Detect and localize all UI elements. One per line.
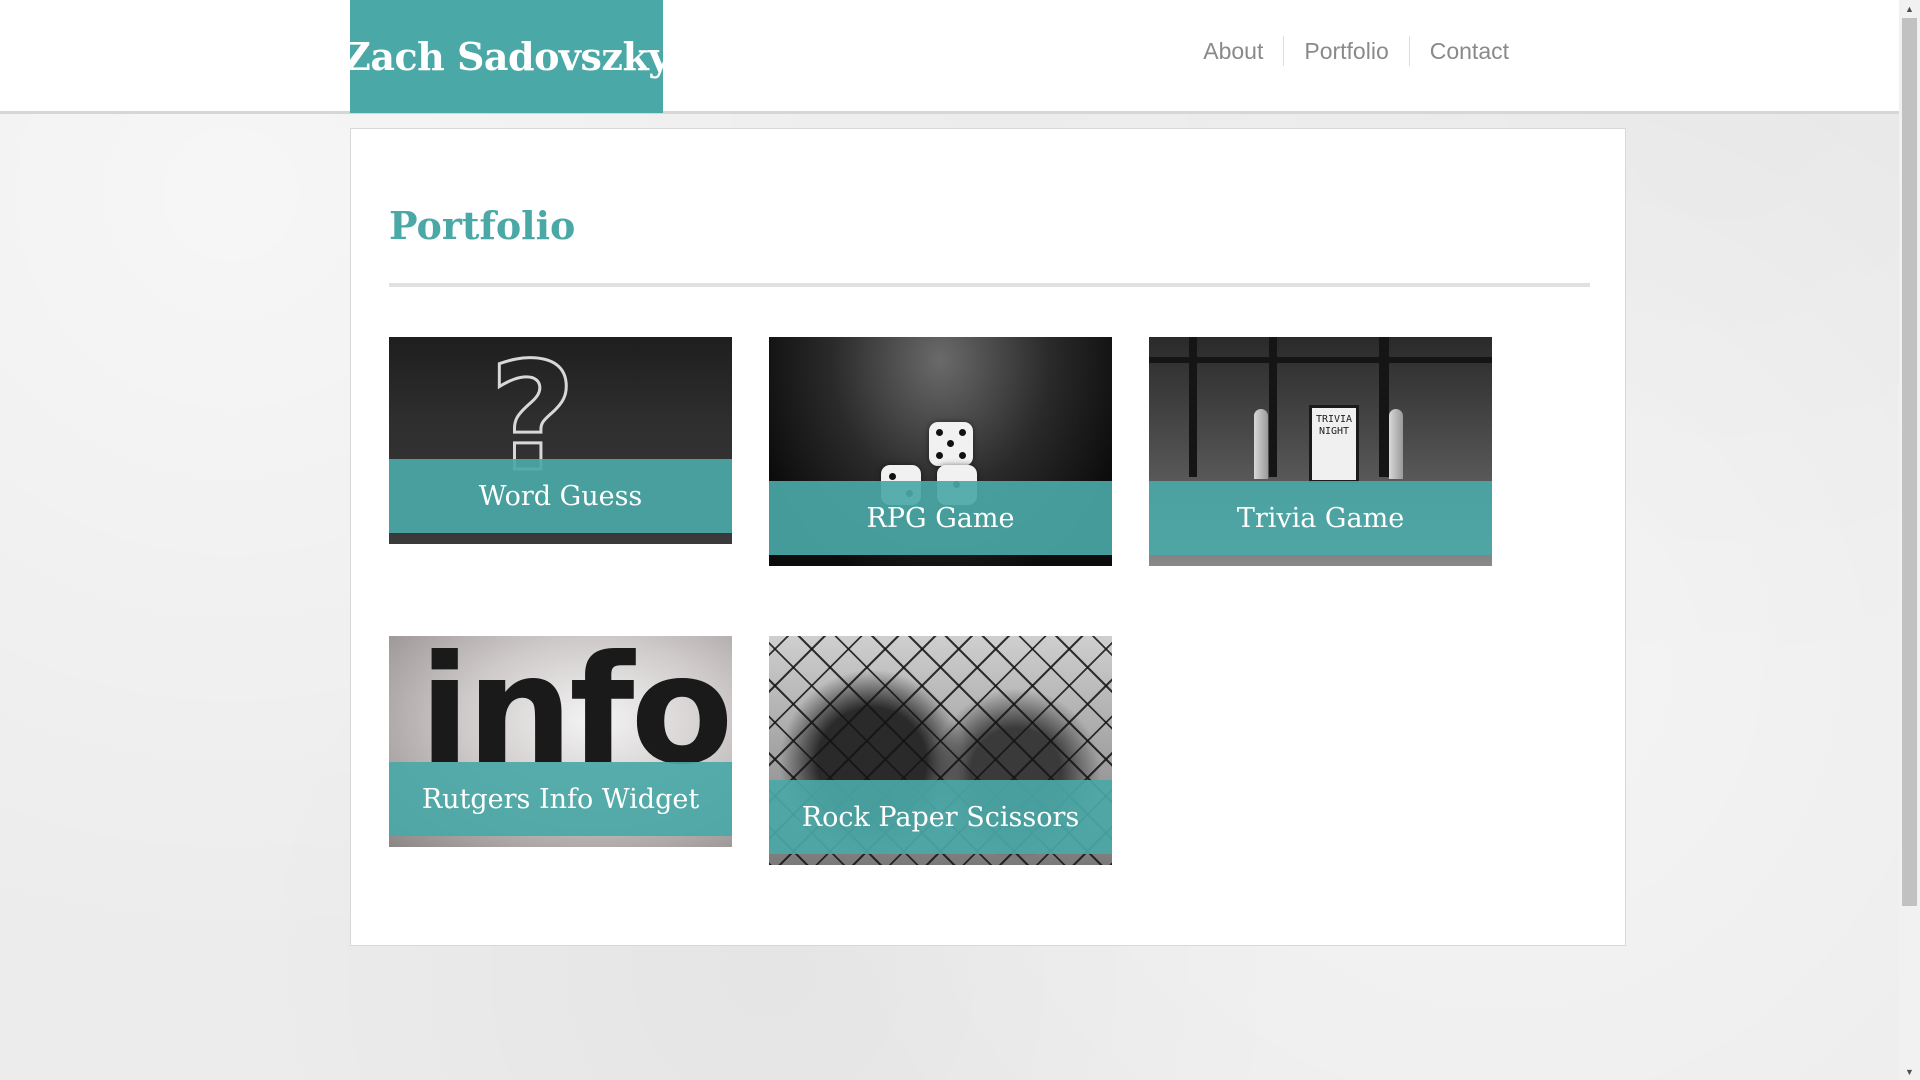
- vertical-scrollbar[interactable]: ▲ ▼: [1899, 0, 1920, 1080]
- scroll-thumb[interactable]: [1902, 18, 1917, 906]
- project-label-bar: RPG Game: [769, 481, 1112, 555]
- project-title: RPG Game: [866, 502, 1015, 534]
- main-nav: About Portfolio Contact: [1183, 36, 1529, 66]
- nav-about[interactable]: About: [1183, 36, 1283, 66]
- nav-contact[interactable]: Contact: [1408, 36, 1529, 66]
- project-title: Rock Paper Scissors: [801, 801, 1080, 833]
- project-label-bar: Trivia Game: [1149, 481, 1492, 555]
- project-label-bar: Word Guess: [389, 459, 732, 533]
- project-tile-word-guess[interactable]: ? Word Guess: [389, 337, 732, 544]
- trivia-sign: TRIVIA NIGHT: [1309, 405, 1359, 483]
- project-tile-rock-paper-scissors[interactable]: Rock Paper Scissors: [769, 636, 1112, 865]
- triangle-up-icon[interactable]: ▲: [1899, 0, 1920, 17]
- site-header: Zach Sadovszky About Portfolio Contact: [0, 0, 1899, 114]
- page-title: Portfolio: [389, 203, 576, 248]
- triangle-down-icon[interactable]: ▼: [1899, 1063, 1920, 1080]
- project-tile-trivia-game[interactable]: TRIVIA NIGHT Trivia Game: [1149, 337, 1492, 566]
- nav-portfolio[interactable]: Portfolio: [1283, 36, 1408, 66]
- portfolio-panel: Portfolio ? Word Guess RPG Game TRIVIA N…: [350, 128, 1626, 946]
- brand-name[interactable]: Zach Sadovszky: [343, 34, 670, 79]
- project-label-bar: Rutgers Info Widget: [389, 762, 732, 836]
- project-title: Rutgers Info Widget: [421, 783, 700, 815]
- brand-logo[interactable]: Zach Sadovszky: [343, 0, 670, 113]
- project-title: Trivia Game: [1236, 502, 1405, 534]
- project-tile-rpg-game[interactable]: RPG Game: [769, 337, 1112, 566]
- project-tile-rutgers-info-widget[interactable]: info Rutgers Info Widget: [389, 636, 732, 847]
- title-divider: [389, 283, 1590, 287]
- project-label-bar: Rock Paper Scissors: [769, 780, 1112, 854]
- die-icon: [929, 422, 973, 466]
- project-title: Word Guess: [478, 480, 643, 512]
